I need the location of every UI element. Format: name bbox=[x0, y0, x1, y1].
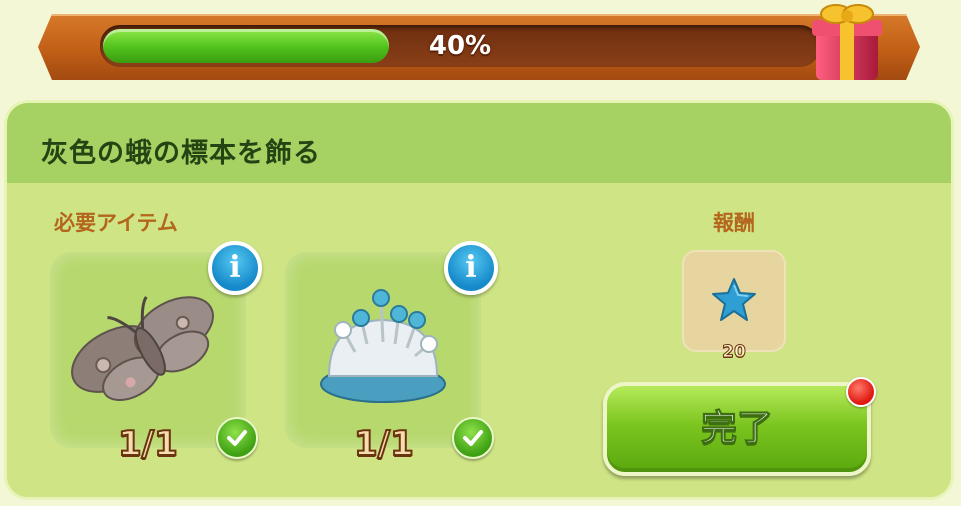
reward-slot bbox=[682, 250, 786, 352]
task-title: 灰色の蛾の標本を飾る bbox=[41, 138, 321, 169]
pincushion-icon bbox=[303, 272, 463, 412]
item-info-button-pincushion[interactable]: i bbox=[444, 241, 498, 295]
blue-star-icon bbox=[712, 278, 756, 321]
complete-button-label: 完了 bbox=[700, 408, 773, 450]
task-header: 灰色の蛾の標本を飾る bbox=[7, 103, 951, 183]
gift-box-icon[interactable] bbox=[806, 0, 886, 84]
notification-dot bbox=[846, 377, 876, 407]
moth-icon bbox=[68, 272, 228, 412]
progress-percent: 40% bbox=[428, 31, 492, 61]
item-count-moth: 1/1 bbox=[117, 423, 179, 465]
item-count-pincushion: 1/1 bbox=[353, 423, 415, 465]
progress-bar: 40% bbox=[100, 25, 820, 67]
check-icon bbox=[452, 417, 494, 459]
reward-label: 報酬 bbox=[713, 211, 755, 235]
item-info-button-moth[interactable]: i bbox=[208, 241, 262, 295]
check-icon bbox=[216, 417, 258, 459]
required-items-label: 必要アイテム bbox=[54, 211, 178, 235]
reward-amount: 20 bbox=[722, 342, 747, 363]
complete-button[interactable]: 完了 bbox=[603, 382, 871, 476]
